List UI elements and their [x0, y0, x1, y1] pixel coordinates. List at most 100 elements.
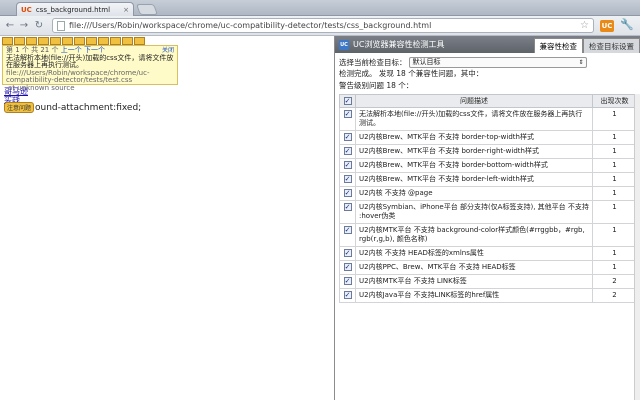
highlight-toolbar: [2, 37, 145, 45]
table-row[interactable]: ✓ U2内核 不支持 HEAD标签的xmlns属性 1: [339, 246, 637, 261]
tooltip-counter: 第 1 个 共 21 个: [6, 46, 59, 54]
table-row[interactable]: ✓ U2内核 不支持 @page 1: [339, 186, 637, 201]
tab-target-settings[interactable]: 检查目标设置: [583, 38, 640, 53]
status-text: 检测完成。 发现 18 个兼容性问题，其中：: [339, 69, 484, 78]
prev-link[interactable]: 上一个: [61, 46, 82, 54]
highlight-marker-icon[interactable]: [2, 37, 13, 45]
row-checkbox-cell: ✓: [339, 246, 356, 261]
forward-arrow-icon[interactable]: →: [18, 19, 30, 33]
tab-strip: UC css_background.html ×: [0, 0, 640, 16]
highlight-marker-icon[interactable]: [50, 37, 61, 45]
row-checkbox-cell: ✓: [339, 172, 356, 187]
highlight-marker-icon[interactable]: [134, 37, 145, 45]
reload-icon[interactable]: ↻: [33, 19, 45, 33]
table-row[interactable]: ✓ U2内核PPC、Brew、MTK平台 不支持 HEAD标签 1: [339, 260, 637, 275]
row-checkbox[interactable]: ✓: [343, 291, 352, 299]
panel-header: UC UC浏览器兼容性检测工具 兼容性检查 检查目标设置: [335, 36, 640, 53]
table-row[interactable]: ✓ U2内核Brew、MTK平台 不支持 border-bottom-width样…: [339, 158, 637, 173]
issue-description: U2内核Symbian、iPhone平台 部分支持(仅A标签支持), 其他平台 …: [355, 200, 593, 224]
issue-count: 1: [592, 260, 637, 275]
issue-description: U2内核 不支持 @page: [355, 186, 593, 201]
highlight-marker-icon[interactable]: [62, 37, 73, 45]
table-row[interactable]: ✓ U2内核Brew、MTK平台 不支持 border-top-width样式 1: [339, 130, 637, 145]
issue-count: 1: [592, 144, 637, 159]
issue-count: 1: [592, 172, 637, 187]
issues-table: ✓ 问题描述 出现次数 ✓ 无法解析本地(file://开头)加载的css文件，请…: [339, 94, 637, 303]
uc-extension-button[interactable]: UC: [600, 20, 614, 32]
highlight-marker-icon[interactable]: [98, 37, 109, 45]
issue-description: U2内核MTK平台 不支持 LINK标签: [355, 274, 593, 289]
bookmark-star-icon[interactable]: ☆: [580, 20, 589, 31]
target-label: 选择当前检查目标：: [339, 57, 407, 67]
table-row[interactable]: ✓ U2内核Java平台 不支持LINK标签的href属性 2: [339, 288, 637, 303]
row-checkbox-cell: ✓: [339, 107, 356, 131]
select-all-checkbox[interactable]: ✓: [343, 97, 352, 105]
table-row[interactable]: ✓ U2内核MTK平台 不支持 LINK标签 2: [339, 274, 637, 289]
highlight-marker-icon[interactable]: [26, 37, 37, 45]
table-row[interactable]: ✓ U2内核Brew、MTK平台 不支持 border-right-width样式…: [339, 144, 637, 159]
new-tab-button[interactable]: [135, 4, 159, 15]
highlight-marker-icon[interactable]: [74, 37, 85, 45]
page-text: ound-attachment:fixed;: [35, 102, 142, 113]
col-header-count: 出现次数: [592, 94, 637, 108]
page-text-line: 注意问题 ound-attachment:fixed;: [4, 102, 141, 113]
row-checkbox[interactable]: ✓: [343, 249, 352, 257]
address-bar[interactable]: file:///Users/Robin/workspace/chrome/uc-…: [52, 18, 594, 33]
tab-title: css_background.html: [35, 5, 111, 14]
issue-tooltip: 第 1 个 共 21 个 上一个 下一个 关闭 无法解析本地(file://开头…: [2, 45, 178, 91]
target-select-value: 默认目标: [412, 57, 441, 66]
table-row[interactable]: ✓ U2内核Symbian、iPhone平台 部分支持(仅A标签支持), 其他平台…: [339, 200, 637, 224]
highlight-marker-icon[interactable]: [38, 37, 49, 45]
issue-count: 1: [592, 130, 637, 145]
highlight-marker-icon[interactable]: [110, 37, 121, 45]
issue-description: U2内核PPC、Brew、MTK平台 不支持 HEAD标签: [355, 260, 593, 275]
row-checkbox[interactable]: ✓: [343, 263, 352, 271]
highlight-marker-icon[interactable]: [14, 37, 25, 45]
table-row[interactable]: ✓ U2内核MTK平台 不支持 background-color样式颜色(#rrg…: [339, 223, 637, 247]
row-checkbox[interactable]: ✓: [343, 161, 352, 169]
issue-description: U2内核Java平台 不支持LINK标签的href属性: [355, 288, 593, 303]
row-checkbox[interactable]: ✓: [343, 189, 352, 197]
row-checkbox-cell: ✓: [339, 186, 356, 201]
warning-summary: 警告级别问题 18 个：: [339, 81, 414, 90]
browser-tab[interactable]: UC css_background.html ×: [16, 2, 134, 16]
back-arrow-icon[interactable]: ←: [4, 19, 16, 33]
row-checkbox[interactable]: ✓: [343, 110, 352, 118]
target-select[interactable]: 默认目标 ⇕: [408, 56, 587, 68]
row-checkbox[interactable]: ✓: [343, 277, 352, 285]
issue-highlight-badge[interactable]: 注意问题: [4, 102, 35, 113]
row-checkbox[interactable]: ✓: [343, 175, 352, 183]
row-checkbox-cell: ✓: [339, 223, 356, 247]
issue-description: 无法解析本地(file://开头)加载的css文件，请将文件放在服务器上再执行测…: [355, 107, 593, 131]
row-checkbox-cell: ✓: [339, 144, 356, 159]
panel-scrollbar[interactable]: [634, 94, 640, 400]
issue-count: 1: [592, 158, 637, 173]
issue-count: 1: [592, 186, 637, 201]
page-icon: [57, 20, 65, 31]
tab-close-icon[interactable]: ×: [123, 6, 129, 14]
uc-logo-icon: UC: [339, 39, 349, 50]
url-text: file:///Users/Robin/workspace/chrome/uc-…: [69, 21, 432, 30]
row-checkbox[interactable]: ✓: [343, 133, 352, 141]
issue-count: 1: [592, 107, 637, 131]
uc-favicon-icon: UC: [21, 5, 32, 14]
issue-description: U2内核Brew、MTK平台 不支持 border-bottom-width样式: [355, 158, 593, 173]
select-all-cell: ✓: [339, 94, 356, 108]
row-checkbox[interactable]: ✓: [343, 203, 352, 211]
browser-toolbar: ← → ↻ file:///Users/Robin/workspace/chro…: [0, 16, 640, 36]
row-checkbox[interactable]: ✓: [343, 147, 352, 155]
highlight-marker-icon[interactable]: [86, 37, 97, 45]
next-link[interactable]: 下一个: [84, 46, 105, 54]
tab-compat-check[interactable]: 兼容性检查: [533, 38, 583, 53]
issue-count: 1: [592, 200, 637, 224]
highlight-marker-icon[interactable]: [122, 37, 133, 45]
table-row[interactable]: ✓ 无法解析本地(file://开头)加载的css文件，请将文件放在服务器上再执行…: [339, 107, 637, 131]
issue-description: U2内核 不支持 HEAD标签的xmlns属性: [355, 246, 593, 261]
tooltip-close-link[interactable]: 关闭: [162, 47, 174, 55]
row-checkbox-cell: ✓: [339, 200, 356, 224]
table-row[interactable]: ✓ U2内核Brew、MTK平台 不支持 border-left-width样式 1: [339, 172, 637, 187]
wrench-icon[interactable]: 🔧: [620, 18, 634, 31]
row-checkbox[interactable]: ✓: [343, 226, 352, 234]
row-checkbox-cell: ✓: [339, 158, 356, 173]
issue-description: U2内核Brew、MTK平台 不支持 border-right-width样式: [355, 144, 593, 159]
